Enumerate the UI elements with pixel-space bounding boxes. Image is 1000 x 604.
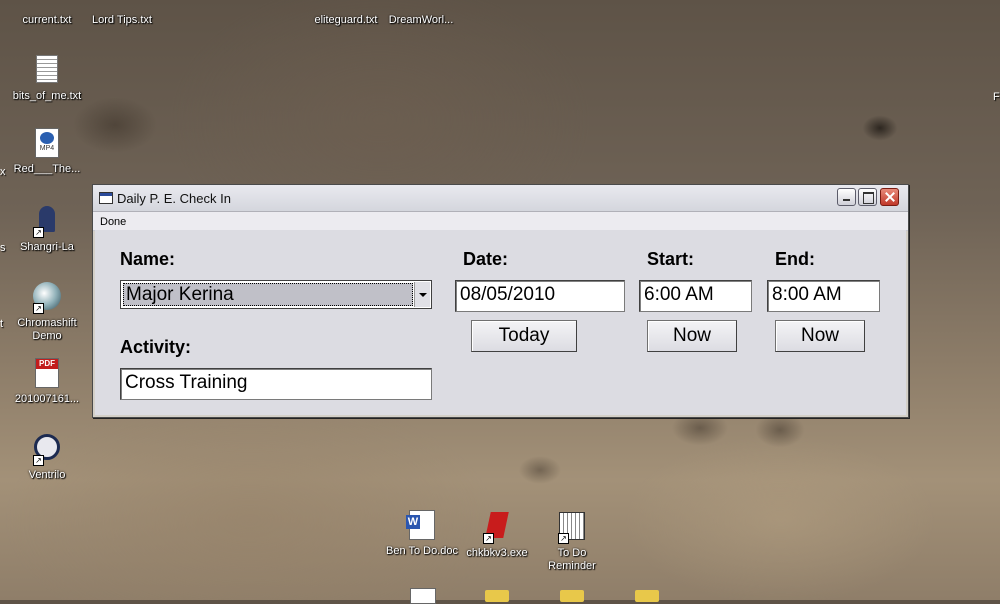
desktop-edge-text: F (993, 91, 1000, 103)
desktop-icon-label: Lord Tips.txt (92, 14, 152, 26)
desktop-icon-ben-to-do[interactable]: W Ben To Do.doc (384, 510, 460, 558)
desktop-icon-label: chkbkv3.exe (466, 547, 528, 559)
word-document-icon: W (406, 510, 438, 542)
desktop-icon-label: Shangri-La (20, 241, 74, 253)
date-label: Date: (463, 249, 509, 269)
desktop-icon-chromashift[interactable]: ↗ Chromashift Demo (9, 280, 85, 343)
desktop-icon-ventrilo[interactable]: ↗ Ventrilo (9, 432, 85, 482)
mp4-file-icon: MP4 (31, 128, 63, 160)
mp4-badge-text: MP4 (39, 145, 55, 152)
desktop-icon-red-the[interactable]: MP4 Red___The... (9, 128, 85, 176)
desktop-icon-dreamworld[interactable]: DreamWorl... (383, 0, 459, 27)
desktop-edge-text: x (0, 166, 6, 178)
desktop-edge-text: t (0, 318, 4, 330)
chess-knight-icon: ↗ (31, 206, 63, 238)
end-time-field[interactable]: 8:00 AM (767, 280, 880, 312)
window-titlebar[interactable]: Daily P. E. Check In (93, 185, 908, 212)
shortcut-arrow-icon: ↗ (33, 455, 44, 466)
desktop-icon-label: bits_of_me.txt (12, 90, 82, 102)
start-label: Start: (647, 249, 695, 269)
form-area: Name: Major Kerina Activity: Cross Train… (95, 230, 906, 415)
folder-icon[interactable] (560, 590, 584, 602)
daily-pe-checkin-window: Daily P. E. Check In Done Name: Major Ke… (92, 184, 909, 418)
desktop-icon-label: To Do Reminder (548, 547, 596, 572)
desktop-icon-label: 201007161... (14, 393, 80, 405)
close-button[interactable] (880, 188, 899, 206)
window-title: Daily P. E. Check In (117, 191, 231, 206)
folder-icon[interactable] (485, 590, 509, 602)
name-dropdown[interactable]: Major Kerina (120, 280, 432, 309)
desktop-icon-label: Chromashift Demo (17, 317, 77, 342)
folder-icon[interactable] (635, 590, 659, 602)
menu-item-done[interactable]: Done (93, 213, 133, 231)
today-button[interactable]: Today (471, 320, 577, 352)
desktop-icon-label: eliteguard.txt (314, 14, 378, 26)
shortcut-arrow-icon: ↗ (33, 227, 44, 238)
desktop-icon-bits-of-me[interactable]: bits_of_me.txt (9, 52, 85, 103)
desktop-icon-pdf-201007161[interactable]: PDF 201007161... (9, 358, 85, 406)
desktop-icon-chkbkv3[interactable]: ↗ chkbkv3.exe (459, 510, 535, 560)
menu-bar: Done (93, 212, 908, 231)
desktop-icon-to-do-reminder[interactable]: ↗ To Do Reminder (534, 510, 610, 573)
desktop-icon-label: DreamWorl... (388, 14, 454, 26)
activity-label: Activity: (120, 337, 192, 357)
chromashift-icon: ↗ (31, 282, 63, 314)
desktop-icon-current-txt[interactable]: current.txt (9, 0, 85, 27)
shortcut-arrow-icon: ↗ (33, 303, 44, 314)
end-label: End: (775, 249, 815, 269)
app-window-icon (99, 192, 113, 204)
text-file-icon (31, 55, 63, 87)
maximize-button[interactable] (858, 188, 877, 206)
name-label: Name: (120, 249, 176, 269)
headset-icon: ↗ (31, 434, 63, 466)
desktop-edge-text: s (0, 242, 6, 254)
checkbook-app-icon: ↗ (481, 512, 513, 544)
shortcut-arrow-icon: ↗ (483, 533, 494, 544)
desktop-icon-label: Ventrilo (28, 469, 66, 481)
reminder-pencil-icon: ↗ (556, 512, 588, 544)
desktop-icon-label: Ben To Do.doc (386, 545, 458, 557)
shortcut-arrow-icon: ↗ (558, 533, 569, 544)
minimize-button[interactable] (837, 188, 856, 206)
desktop-icon-eliteguard[interactable]: eliteguard.txt (308, 0, 384, 27)
desktop-icon-label: Red___The... (13, 163, 81, 175)
start-time-field[interactable]: 6:00 AM (639, 280, 752, 312)
start-now-button[interactable]: Now (647, 320, 737, 352)
name-dropdown-value: Major Kerina (123, 283, 413, 306)
desktop-icon-lord-tips[interactable]: Lord Tips.txt (84, 0, 160, 27)
end-now-button[interactable]: Now (775, 320, 865, 352)
date-field[interactable]: 08/05/2010 (455, 280, 625, 312)
pdf-badge-text: PDF (36, 359, 58, 369)
activity-field[interactable]: Cross Training (120, 368, 432, 400)
chevron-down-icon[interactable] (414, 282, 430, 307)
word-document-icon[interactable] (410, 588, 436, 604)
desktop-icon-label: current.txt (22, 14, 72, 26)
desktop-icon-shangri-la[interactable]: ↗ Shangri-La (9, 204, 85, 254)
pdf-file-icon: PDF (31, 358, 63, 390)
